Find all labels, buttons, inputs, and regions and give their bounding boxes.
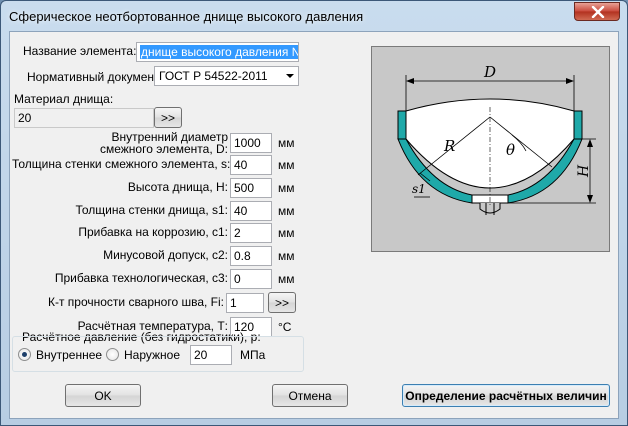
inner-diameter-input[interactable]: 1000 xyxy=(230,133,272,153)
cancel-button[interactable]: Отмена xyxy=(272,384,348,407)
dialog-body: Название элемента: днище высокого давлен… xyxy=(9,31,619,419)
head-diagram: D H R θ s1 xyxy=(371,46,610,252)
norm-doc-label: Нормативный документ: xyxy=(27,70,163,84)
close-button[interactable] xyxy=(574,2,620,21)
wall-adjacent-label: Толщина стенки смежного элемента, s: xyxy=(12,157,231,171)
close-icon xyxy=(591,6,605,18)
material-input[interactable]: 20 xyxy=(14,108,154,128)
unit-label: мм xyxy=(278,158,295,172)
wall-head-input[interactable]: 40 xyxy=(230,201,272,221)
unit-label: мм xyxy=(278,136,295,150)
pressure-outer-radio[interactable] xyxy=(106,348,119,361)
inner-diameter-label-2: смежного элемента, D: xyxy=(99,142,228,156)
pressure-outer-label[interactable]: Наружное xyxy=(124,348,180,362)
element-name-label: Название элемента: xyxy=(23,44,137,58)
unit-label: мм xyxy=(278,204,295,218)
dialog-window: Сферическое неотбортованное днище высоко… xyxy=(0,0,628,426)
calc-button[interactable]: Определение расчётных величин xyxy=(402,384,610,407)
pressure-inner-label[interactable]: Внутреннее xyxy=(36,348,102,362)
corrosion-input[interactable]: 2 xyxy=(230,223,272,243)
pressure-input[interactable]: 20 xyxy=(190,345,232,365)
d-label: D xyxy=(483,63,496,81)
tolerance-input[interactable]: 0.8 xyxy=(230,246,272,266)
norm-doc-select[interactable]: ГОСТ Р 54522-2011 xyxy=(154,66,299,86)
element-name-input[interactable]: днище высокого давления №1 xyxy=(136,42,299,62)
wall-head-label: Толщина стенки днища, s1: xyxy=(75,203,228,217)
pressure-unit: МПа xyxy=(240,348,266,362)
weld-label: К-т прочности сварного шва, Fi: xyxy=(47,295,224,309)
window-title: Сферическое неотбортованное днище высоко… xyxy=(9,9,364,24)
unit-label: мм xyxy=(278,226,295,240)
title-bar[interactable]: Сферическое неотбортованное днище высоко… xyxy=(1,1,627,31)
h-label: H xyxy=(576,164,592,178)
material-select-button[interactable]: >> xyxy=(154,107,182,128)
ok-button[interactable]: OK xyxy=(65,384,141,407)
unit-label: мм xyxy=(278,249,295,263)
chevron-down-icon xyxy=(286,74,294,78)
material-label: Материал днища: xyxy=(14,92,114,106)
s1-label: s1 xyxy=(412,182,426,196)
pressure-inner-radio[interactable] xyxy=(18,348,31,361)
unit-label: мм xyxy=(278,272,295,286)
height-input[interactable]: 500 xyxy=(230,178,272,198)
tech-input[interactable]: 0 xyxy=(230,269,272,289)
tech-label: Прибавка технологическая, с3: xyxy=(54,271,228,285)
corrosion-label: Прибавка на коррозию, с1: xyxy=(78,225,228,239)
tolerance-label: Минусовой допуск, с2: xyxy=(103,248,228,262)
weld-input[interactable]: 1 xyxy=(226,293,264,313)
wall-adjacent-input[interactable]: 40 xyxy=(230,155,272,175)
head-diagram-svg: D H R θ s1 xyxy=(397,63,596,215)
r-label: R xyxy=(443,137,455,155)
height-label: Высота днища, H: xyxy=(127,180,228,194)
unit-label: мм xyxy=(278,181,295,195)
weld-select-button[interactable]: >> xyxy=(268,292,296,313)
theta-label: θ xyxy=(506,141,515,159)
unit-label: °С xyxy=(278,320,292,334)
